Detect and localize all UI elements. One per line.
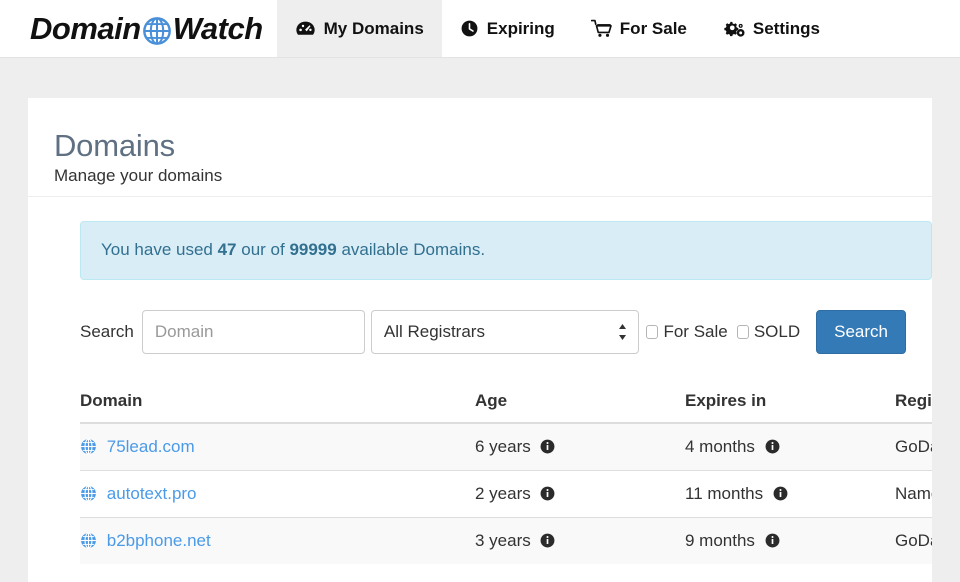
domain-link[interactable]: b2bphone.net <box>107 531 211 550</box>
tachometer-icon <box>295 19 316 38</box>
domain-link[interactable]: autotext.pro <box>107 484 197 503</box>
page-body: Domains Manage your domains You have use… <box>0 58 960 582</box>
brand-logo[interactable]: Domain Watch <box>0 0 277 57</box>
nav-label-expiring: Expiring <box>486 18 555 38</box>
shopping-cart-icon <box>590 19 612 38</box>
content-card: Domains Manage your domains You have use… <box>28 98 932 582</box>
cell-age: 2 years <box>475 469 685 518</box>
cell-age: 3 years <box>475 516 685 564</box>
nav-item-my-domains[interactable]: My Domains <box>276 0 442 57</box>
nav-label-settings: Settings <box>752 18 820 38</box>
clock-icon <box>460 19 479 38</box>
expires-value: 4 months <box>685 436 755 456</box>
info-circle-icon[interactable] <box>765 533 780 548</box>
sold-label: SOLD <box>753 321 801 341</box>
page-title: Domains <box>54 128 175 163</box>
cell-registrar: GoDaddy.com <box>895 422 932 471</box>
cell-registrar: NameCheap <box>895 469 932 518</box>
info-circle-icon[interactable] <box>540 439 555 454</box>
page-header: Domains Manage your domains <box>28 98 932 197</box>
age-value: 3 years <box>475 530 531 550</box>
nav-item-settings[interactable]: Settings <box>705 0 838 57</box>
domain-link[interactable]: 75lead.com <box>107 437 195 456</box>
age-value: 6 years <box>475 436 531 456</box>
quota-prefix: You have used <box>101 240 218 259</box>
search-label: Search <box>80 321 134 341</box>
quota-middle: our of <box>236 240 290 259</box>
column-header-expires-in[interactable]: Expires in <box>685 382 895 424</box>
search-input[interactable] <box>141 309 365 354</box>
info-circle-icon[interactable] <box>540 486 555 501</box>
cell-age: 6 years <box>475 422 685 471</box>
table-row[interactable]: 75lead.com 6 years 4 months GoD <box>80 422 932 471</box>
expires-value: 9 months <box>685 530 755 550</box>
cell-expires: 11 months <box>685 469 895 518</box>
gears-icon <box>723 19 745 39</box>
quota-alert: You have used 47 our of 99999 available … <box>80 221 932 280</box>
domains-table: Domain Age Expires in Registrar <box>80 382 932 564</box>
column-header-registrar[interactable]: Registrar <box>895 382 932 424</box>
quota-used: 47 <box>217 240 237 259</box>
search-button[interactable]: Search <box>816 309 906 354</box>
cell-expires: 4 months <box>685 422 895 471</box>
nav-label-for-sale: For Sale <box>619 18 687 38</box>
brand-text-domain: Domain <box>30 10 141 46</box>
cell-domain: b2bphone.net <box>80 516 475 564</box>
registrar-select-wrapper[interactable]: All Registrars <box>370 309 640 354</box>
globe-icon <box>80 485 97 502</box>
cell-domain: autotext.pro <box>80 469 475 518</box>
sold-checkbox[interactable] <box>736 324 749 339</box>
brand-text-watch: Watch <box>172 10 263 46</box>
search-form: Search All Registrars For Sale SOLD Sear… <box>80 309 906 354</box>
for-sale-checkbox[interactable] <box>646 324 659 339</box>
expires-value: 11 months <box>685 483 764 503</box>
table-header-row: Domain Age Expires in Registrar <box>80 382 932 424</box>
for-sale-label: For Sale <box>663 321 728 341</box>
top-navbar: Domain Watch My Domains Expiring For Sal… <box>0 0 960 58</box>
page-subtitle: Manage your domains <box>54 166 223 185</box>
cell-expires: 9 months <box>685 516 895 564</box>
quota-total: 99999 <box>289 240 337 259</box>
globe-icon <box>80 532 97 549</box>
globe-icon <box>142 16 172 46</box>
cell-domain: 75lead.com <box>80 422 475 471</box>
info-circle-icon[interactable] <box>773 486 788 501</box>
nav-label-my-domains: My Domains <box>323 18 424 38</box>
table-head: Domain Age Expires in Registrar <box>80 382 932 424</box>
cell-registrar: GoDaddy.com <box>895 516 932 564</box>
globe-icon <box>80 438 97 455</box>
age-value: 2 years <box>475 483 531 503</box>
nav-item-for-sale[interactable]: For Sale <box>573 0 705 57</box>
domains-table-wrapper: Domain Age Expires in Registrar <box>80 382 932 564</box>
table-body: 75lead.com 6 years 4 months GoD autotext… <box>80 422 932 564</box>
column-header-age[interactable]: Age <box>475 382 685 424</box>
info-circle-icon[interactable] <box>765 439 780 454</box>
info-circle-icon[interactable] <box>540 533 555 548</box>
table-row[interactable]: b2bphone.net 3 years 9 months GoD <box>80 516 932 564</box>
nav-item-expiring[interactable]: Expiring <box>442 0 573 57</box>
column-header-domain[interactable]: Domain <box>80 382 475 424</box>
nav-links: My Domains Expiring For Sale Settings <box>276 0 838 57</box>
quota-suffix: available Domains. <box>336 240 486 259</box>
table-row[interactable]: autotext.pro 2 years 11 months Nam <box>80 469 932 518</box>
registrar-select[interactable]: All Registrars <box>370 309 640 354</box>
